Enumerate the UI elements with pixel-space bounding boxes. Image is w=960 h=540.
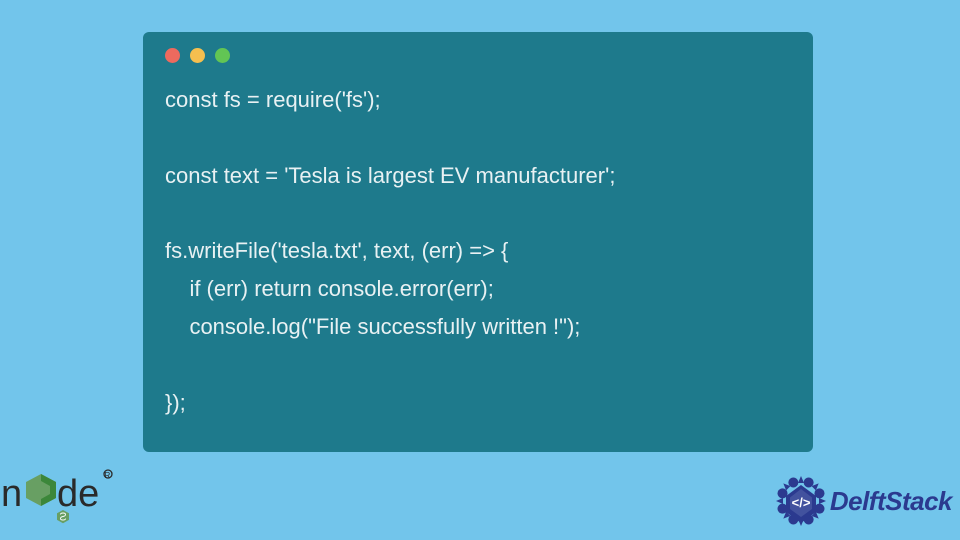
delftstack-logo: </> DelftStack	[774, 474, 952, 528]
svg-text:de: de	[57, 473, 99, 515]
code-line: if (err) return console.error(err);	[165, 276, 494, 301]
nodejs-logo-icon: n de R	[1, 454, 136, 532]
code-line: const text = 'Tesla is largest EV manufa…	[165, 163, 615, 188]
delftstack-label: DelftStack	[830, 486, 952, 517]
code-block: const fs = require('fs'); const text = '…	[165, 81, 791, 421]
code-line: const fs = require('fs');	[165, 87, 381, 112]
code-line: console.log("File successfully written !…	[165, 314, 580, 339]
window-controls	[165, 48, 791, 63]
code-window: const fs = require('fs'); const text = '…	[143, 32, 813, 452]
svg-text:R: R	[105, 471, 111, 480]
delftstack-badge-icon: </>	[774, 474, 828, 528]
minimize-icon	[190, 48, 205, 63]
code-line: });	[165, 390, 186, 415]
maximize-icon	[215, 48, 230, 63]
code-line: fs.writeFile('tesla.txt', text, (err) =>…	[165, 238, 508, 263]
svg-text:</>: </>	[791, 495, 810, 510]
close-icon	[165, 48, 180, 63]
svg-text:n: n	[1, 473, 22, 515]
